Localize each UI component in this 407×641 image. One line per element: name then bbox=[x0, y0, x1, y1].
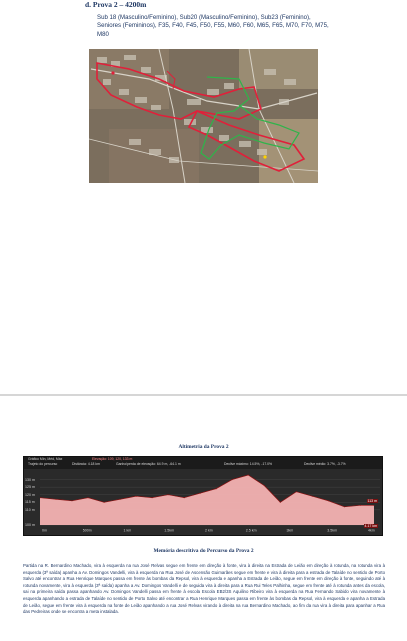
elevation-point bbox=[199, 492, 201, 494]
elevation-point bbox=[295, 491, 297, 493]
x-tick-label: 3.5km bbox=[327, 529, 337, 533]
elevation-point bbox=[55, 498, 57, 500]
elevation-point bbox=[135, 495, 137, 497]
header-distance: Distância: 4.18 km bbox=[72, 462, 100, 466]
elevation-point bbox=[247, 474, 249, 476]
categories-text: Sub 18 (Masculino/Feminino), Sub20 (Masc… bbox=[97, 14, 329, 38]
x-tick-label: 2 km bbox=[205, 529, 213, 533]
x-tick-label: 4km bbox=[368, 529, 375, 533]
y-tick-label: 110 m bbox=[25, 507, 35, 512]
elevation-point bbox=[327, 500, 329, 502]
header-avg-slope: Declive médio: 3.7%, -3.7% bbox=[304, 462, 346, 466]
elevation-area bbox=[40, 475, 374, 525]
x-tick-label: 500m bbox=[83, 529, 92, 533]
elevation-point bbox=[167, 494, 169, 496]
y-tick-label: 125 m bbox=[25, 485, 35, 490]
elevation-point bbox=[343, 506, 345, 508]
end-elevation-label: 113 m bbox=[366, 499, 378, 503]
route-map-image bbox=[89, 49, 318, 183]
x-tick-label: 1 km bbox=[124, 529, 132, 533]
elevation-point bbox=[373, 504, 375, 506]
elevation-profile-chart: Gráfico Mín, Méd, Máx Elevação: 109, 120… bbox=[23, 456, 383, 536]
y-tick-label: 120 m bbox=[25, 492, 35, 497]
header-graph-label: Gráfico Mín, Méd, Máx bbox=[28, 457, 63, 461]
document-page-1: d. Prova 2 – 4200m Sub 18 (Masculino/Fem… bbox=[0, 0, 407, 394]
chart-header: Gráfico Mín, Méd, Máx Elevação: 109, 120… bbox=[24, 457, 382, 469]
elevation-point bbox=[183, 497, 185, 499]
elevation-point bbox=[311, 495, 313, 497]
y-tick-label: 115 m bbox=[25, 500, 35, 505]
x-tick-label: 1.5km bbox=[164, 529, 174, 533]
x-tick-label: 2.5 km bbox=[246, 529, 257, 533]
header-route: Trajeto do percurso bbox=[28, 462, 58, 466]
elevation-point bbox=[279, 501, 281, 503]
y-tick-label: 130 m bbox=[25, 477, 35, 482]
elevation-point bbox=[87, 497, 89, 499]
end-distance-label: 4.17 km bbox=[363, 524, 378, 528]
y-tick-label: 100 m bbox=[25, 523, 35, 527]
elevation-point bbox=[151, 497, 153, 499]
section-title: d. Prova 2 – 4200m bbox=[85, 0, 147, 9]
x-tick-label: 3km bbox=[287, 529, 294, 533]
altimetry-title: Altimetria da Prova 2 bbox=[178, 444, 229, 450]
elevation-plot: 0m 500m 1 km 1.5km 2 km 2.5 km 3km 3.5km 4km bbox=[40, 474, 380, 533]
x-tick-label: 0m bbox=[42, 529, 47, 533]
elevation-point bbox=[103, 501, 105, 503]
elevation-point bbox=[231, 479, 233, 481]
memo-title: Memória descritiva do Percurso da Prova … bbox=[153, 548, 254, 554]
elevation-point bbox=[119, 498, 121, 500]
aerial-route-map bbox=[89, 49, 318, 183]
header-gain-loss: Ganho/perda de elevação: 64.9 m, -64.1 m bbox=[116, 462, 181, 466]
header-max-slope: Declive máximo: 14.5%, -17.0% bbox=[224, 462, 273, 466]
header-elevation: Elevação: 109, 120, 133 m bbox=[92, 457, 133, 461]
elevation-point bbox=[71, 500, 73, 502]
elevation-point bbox=[215, 488, 217, 490]
memo-text: Partida na R. Bernardino Machado, vira à… bbox=[23, 563, 385, 615]
elevation-point bbox=[263, 485, 265, 487]
elevation-point bbox=[359, 504, 361, 506]
